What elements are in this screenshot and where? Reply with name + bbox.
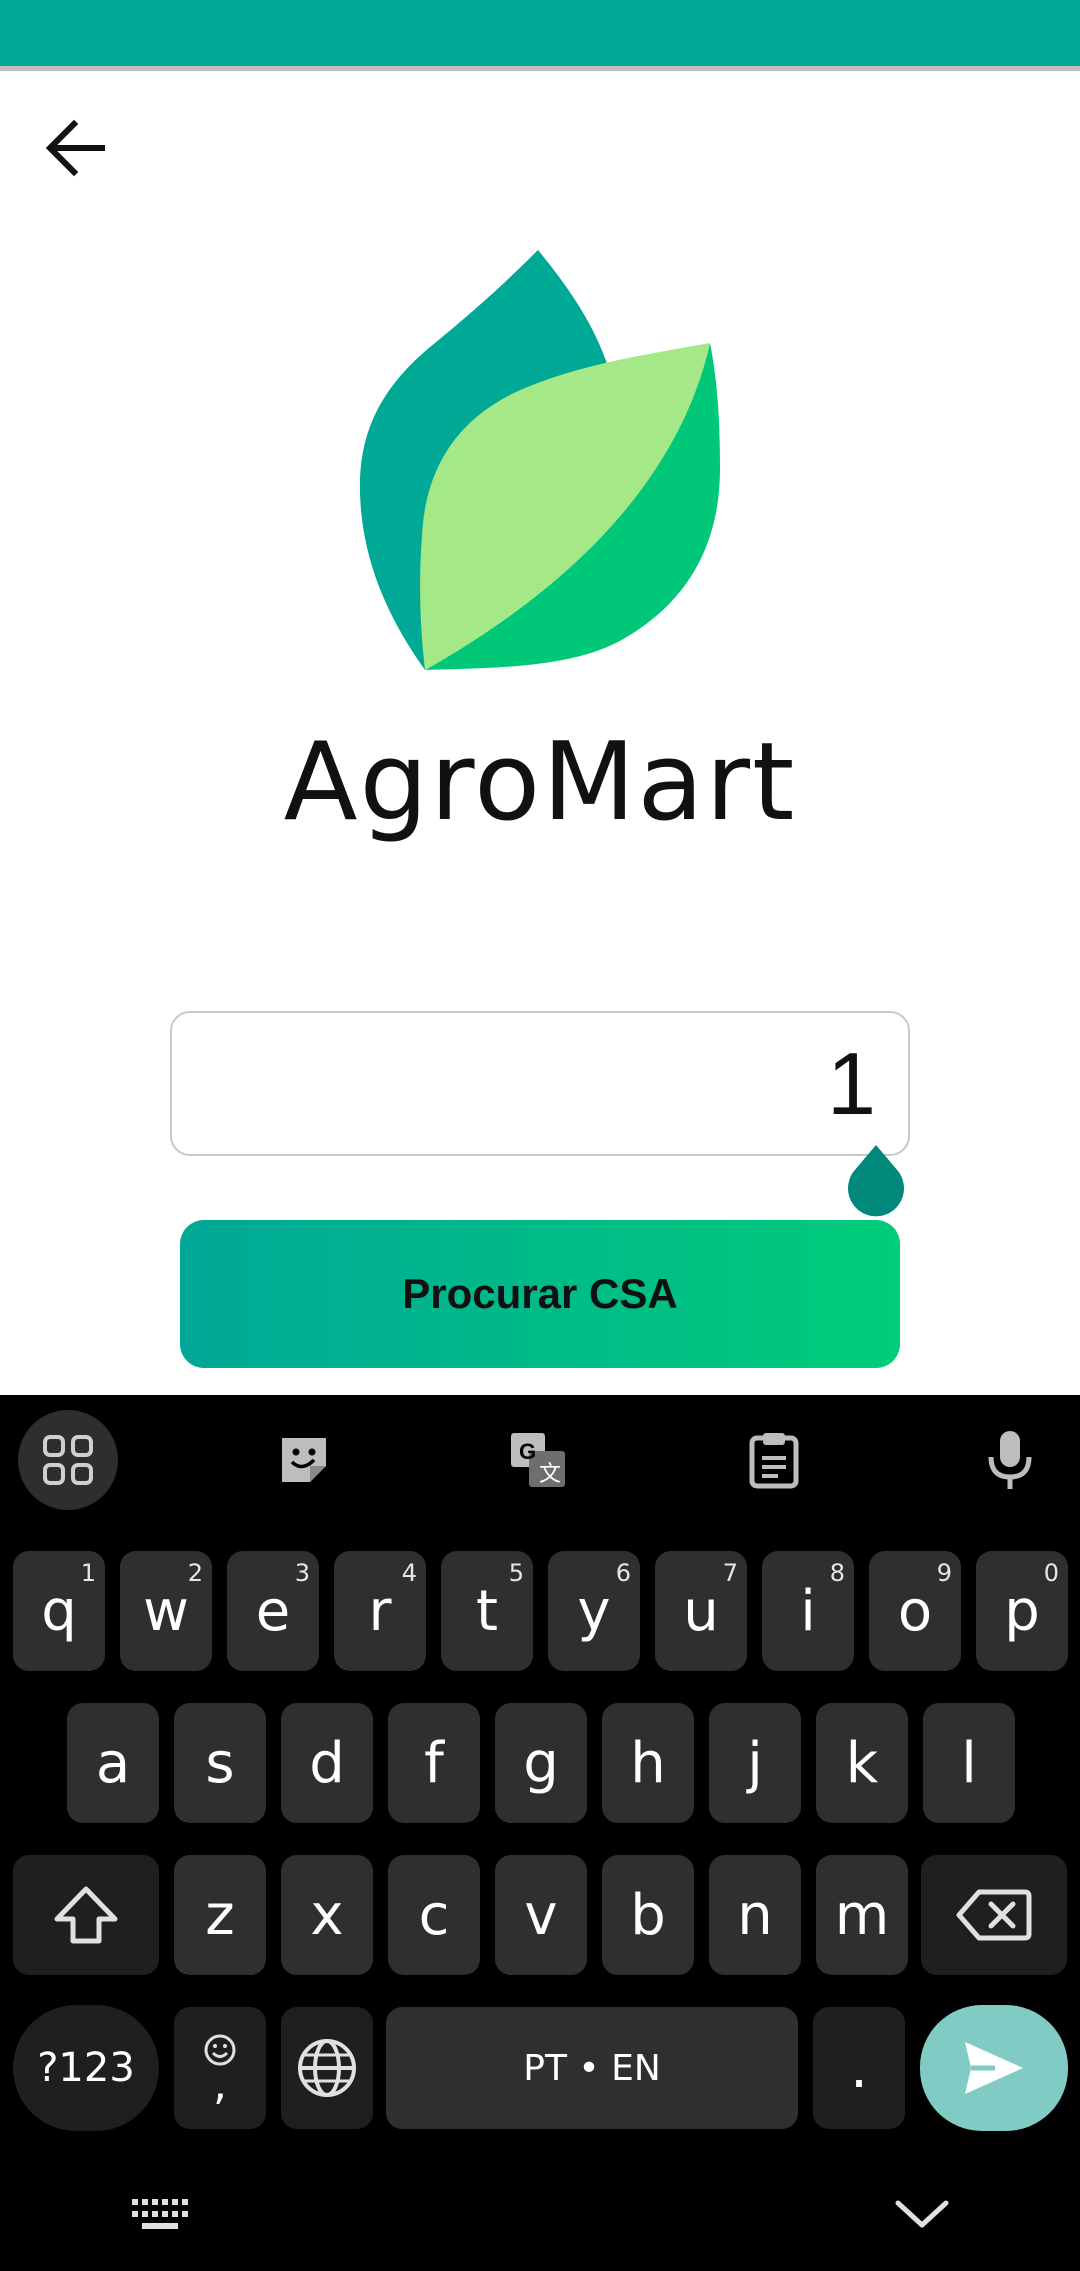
send-icon [965,2042,1023,2094]
key-p[interactable]: p0 [976,1551,1068,1671]
key-z[interactable]: z [174,1855,266,1975]
key-e[interactable]: e3 [227,1551,319,1671]
key-hint: 9 [936,1559,952,1587]
key-x[interactable]: x [281,1855,373,1975]
symbols-key[interactable]: ?123 [13,2005,159,2131]
svg-text:G: G [519,1439,536,1464]
key-label: r [368,1578,392,1644]
soft-keyboard: G 文 q1 w2 e3 r4 t5 y6 u7 i8 o9 p0 a s d … [0,1395,1080,2271]
key-q[interactable]: q1 [13,1551,105,1671]
key-label: e [255,1578,291,1644]
csa-code-value: 1 [827,1033,876,1133]
key-c[interactable]: c [388,1855,480,1975]
hide-keyboard-icon[interactable] [894,2193,950,2233]
key-label: p [1004,1578,1040,1644]
language-key[interactable] [281,2007,373,2129]
key-label: q [41,1578,77,1644]
search-csa-button[interactable]: Procurar CSA [180,1220,900,1368]
key-i[interactable]: i8 [762,1551,854,1671]
apps-grid-icon[interactable] [18,1410,118,1510]
keyboard-toolbar: G 文 [0,1395,1080,1525]
key-label: t [476,1578,498,1644]
svg-text:文: 文 [539,1462,561,1487]
app-name: AgroMart [283,720,797,845]
shift-key[interactable] [13,1855,159,1975]
key-t[interactable]: t5 [441,1551,533,1671]
sticker-icon[interactable] [254,1410,354,1510]
key-label: i [800,1578,816,1644]
key-n[interactable]: n [709,1855,801,1975]
key-hint: 5 [508,1559,524,1587]
key-y[interactable]: y6 [548,1551,640,1671]
period-key[interactable]: . [813,2007,905,2129]
translate-icon[interactable]: G 文 [488,1410,588,1510]
space-key[interactable]: PT • EN [386,2007,798,2129]
key-hint: 0 [1043,1559,1059,1587]
key-d[interactable]: d [281,1703,373,1823]
key-a[interactable]: a [67,1703,159,1823]
key-hint: 8 [829,1559,845,1587]
key-hint: 4 [401,1559,417,1587]
back-button[interactable] [38,110,114,186]
key-r[interactable]: r4 [334,1551,426,1671]
key-j[interactable]: j [709,1703,801,1823]
clipboard-icon[interactable] [724,1410,824,1510]
key-hint: 3 [294,1559,310,1587]
key-label: w [143,1578,189,1644]
keyboard-switch-icon[interactable] [130,2195,190,2235]
key-m[interactable]: m [816,1855,908,1975]
key-label: y [577,1578,611,1644]
shift-icon [54,1886,118,1944]
key-u[interactable]: u7 [655,1551,747,1671]
microphone-icon[interactable] [960,1410,1060,1510]
key-hint: 2 [187,1559,203,1587]
key-k[interactable]: k [816,1703,908,1823]
key-s[interactable]: s [174,1703,266,1823]
key-hint: 1 [80,1559,96,1587]
arrow-left-icon [45,119,105,177]
key-v[interactable]: v [495,1855,587,1975]
keyboard-nav-row [0,2159,1080,2271]
key-w[interactable]: w2 [120,1551,212,1671]
text-cursor-handle[interactable] [846,1143,906,1217]
send-key[interactable] [920,2005,1068,2131]
key-o[interactable]: o9 [869,1551,961,1671]
key-h[interactable]: h [602,1703,694,1823]
key-label: o [897,1578,933,1644]
key-b[interactable]: b [602,1855,694,1975]
key-l[interactable]: l [923,1703,1015,1823]
globe-icon [298,2039,356,2097]
csa-code-input[interactable]: 1 [170,1011,910,1156]
cursor-handle-icon [848,1145,904,1217]
key-f[interactable]: f [388,1703,480,1823]
key-hint: 7 [722,1559,738,1587]
comma-label: , [213,2059,227,2110]
emoji-comma-key[interactable]: , [174,2007,266,2129]
backspace-icon [956,1889,1032,1941]
backspace-key[interactable] [921,1855,1067,1975]
key-g[interactable]: g [495,1703,587,1823]
leaf-logo-icon [355,248,725,678]
status-bar [0,0,1080,71]
key-label: u [683,1578,719,1644]
key-hint: 6 [615,1559,631,1587]
